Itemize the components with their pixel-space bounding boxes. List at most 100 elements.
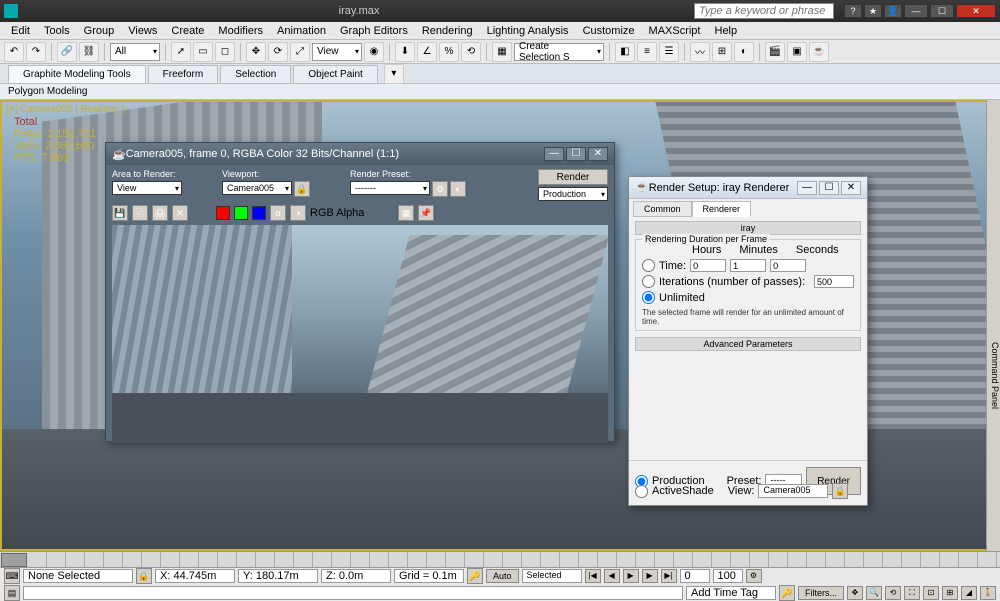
command-panel[interactable]: Command Panel — [986, 100, 1000, 551]
signin-icon[interactable]: 👤 — [884, 4, 902, 18]
rollout-advanced[interactable]: Advanced Parameters — [635, 337, 861, 351]
percent-snap-icon[interactable]: % — [439, 42, 459, 62]
menu-tools[interactable]: Tools — [37, 25, 77, 37]
pin-icon[interactable]: 📌 — [418, 205, 434, 221]
refcoord-dropdown[interactable]: View — [312, 43, 362, 61]
time-minutes-input[interactable] — [730, 259, 766, 272]
keymode-dropdown[interactable]: Selected — [522, 569, 582, 583]
center-icon[interactable]: ◉ — [364, 42, 384, 62]
green-channel-icon[interactable] — [234, 206, 248, 220]
curve-editor-icon[interactable]: 〰 — [690, 42, 710, 62]
redo-icon[interactable]: ↷ — [26, 42, 46, 62]
toggle-ui-icon[interactable]: ▦ — [398, 205, 414, 221]
scale-icon[interactable]: ⤢ — [290, 42, 310, 62]
render-setup-icon[interactable]: 🎬 — [765, 42, 785, 62]
play-icon[interactable]: ▶ — [623, 569, 639, 583]
undo-icon[interactable]: ↶ — [4, 42, 24, 62]
snap-icon[interactable]: ⬇ — [395, 42, 415, 62]
maximize-viewport-icon[interactable]: ⛶ — [904, 586, 920, 600]
unlink-icon[interactable]: ⛓ — [79, 42, 99, 62]
tab-common[interactable]: Common — [633, 201, 692, 217]
walk-icon[interactable]: 🚶 — [980, 586, 996, 600]
tab-objectpaint[interactable]: Object Paint — [293, 65, 377, 83]
menu-modifiers[interactable]: Modifiers — [211, 25, 270, 37]
rs-maximize-button[interactable]: ☐ — [819, 181, 839, 195]
prev-frame-icon[interactable]: ◀ — [604, 569, 620, 583]
rfw-minimize-button[interactable]: — — [544, 147, 564, 161]
render-frame-icon[interactable]: ▣ — [787, 42, 807, 62]
mono-icon[interactable]: ◑ — [290, 205, 306, 221]
listener-icon[interactable]: ▤ — [4, 585, 20, 601]
ribbon-sub[interactable]: Polygon Modeling — [0, 84, 1000, 100]
rfw-maximize-button[interactable]: ☐ — [566, 147, 586, 161]
pan-icon[interactable]: ✥ — [847, 586, 863, 600]
select-icon[interactable]: ➚ — [171, 42, 191, 62]
coord-z[interactable]: Z: 0.0m — [321, 569, 391, 583]
search-input[interactable] — [694, 3, 834, 19]
alpha-channel-icon[interactable]: α — [270, 205, 286, 221]
rollout-iray[interactable]: iray — [635, 221, 861, 235]
menu-create[interactable]: Create — [164, 25, 211, 37]
channel-dropdown[interactable]: RGB Alpha — [310, 207, 380, 219]
radio-time[interactable] — [642, 259, 655, 272]
menu-views[interactable]: Views — [121, 25, 164, 37]
layer-icon[interactable]: ☰ — [659, 42, 679, 62]
footer-lock-icon[interactable]: 🔒 — [832, 483, 848, 499]
viewport-label[interactable]: [+] Camera005 | Realistic ] — [6, 104, 124, 115]
preset-dropdown[interactable]: ------- — [350, 181, 430, 195]
timeline[interactable] — [0, 551, 1000, 567]
close-button[interactable]: ✕ — [956, 4, 996, 18]
blue-channel-icon[interactable] — [252, 206, 266, 220]
render-frame-titlebar[interactable]: ☕ Camera005, frame 0, RGBA Color 32 Bits… — [106, 143, 614, 165]
time-hours-input[interactable] — [690, 259, 726, 272]
fov-icon[interactable]: ◢ — [961, 586, 977, 600]
tab-selection[interactable]: Selection — [220, 65, 291, 83]
tab-freeform[interactable]: Freeform — [148, 65, 219, 83]
clone-icon[interactable]: ⿻ — [132, 205, 148, 221]
prompt-line[interactable] — [23, 586, 683, 600]
menu-lighting[interactable]: Lighting Analysis — [480, 25, 576, 37]
red-channel-icon[interactable] — [216, 206, 230, 220]
clear-icon[interactable]: ✕ — [172, 205, 188, 221]
coord-y[interactable]: Y: 180.17m — [238, 569, 318, 583]
render-setup-shortcut-icon[interactable]: ⚙ — [432, 181, 448, 197]
menu-edit[interactable]: Edit — [4, 25, 37, 37]
iterations-input[interactable] — [814, 275, 854, 288]
tab-renderer[interactable]: Renderer — [692, 201, 752, 217]
rs-minimize-button[interactable]: — — [797, 181, 817, 195]
goto-end-icon[interactable]: ▶| — [661, 569, 677, 583]
rs-close-button[interactable]: ✕ — [841, 181, 861, 195]
set-key-icon[interactable]: 🔑 — [779, 585, 795, 601]
menu-rendering[interactable]: Rendering — [415, 25, 480, 37]
link-icon[interactable]: 🔗 — [57, 42, 77, 62]
auto-key-button[interactable]: Auto — [486, 569, 519, 583]
production-dropdown[interactable]: Production — [538, 187, 608, 201]
star-icon[interactable]: ★ — [864, 4, 882, 18]
timeline-ticks[interactable] — [28, 552, 1000, 567]
goto-start-icon[interactable]: |◀ — [585, 569, 601, 583]
viewport-dropdown[interactable]: Camera005 — [222, 181, 292, 195]
time-seconds-input[interactable] — [770, 259, 806, 272]
time-config-icon[interactable]: ⚙ — [746, 569, 762, 583]
select-region-icon[interactable]: ◻ — [215, 42, 235, 62]
radio-unlimited[interactable] — [642, 291, 655, 304]
filter-dropdown[interactable]: All — [110, 43, 160, 61]
named-sel-icon[interactable]: ▦ — [492, 42, 512, 62]
maxscript-icon[interactable]: ⌨ — [4, 568, 20, 584]
menu-group[interactable]: Group — [77, 25, 122, 37]
zoom-icon[interactable]: 🔍 — [866, 586, 882, 600]
named-sel-dropdown[interactable]: Create Selection S — [514, 43, 604, 61]
menu-customize[interactable]: Customize — [576, 25, 642, 37]
menu-maxscript[interactable]: MAXScript — [642, 25, 708, 37]
radio-iterations[interactable] — [642, 275, 655, 288]
select-name-icon[interactable]: ▭ — [193, 42, 213, 62]
key-mode-icon[interactable]: 🔑 — [467, 568, 483, 584]
minimize-button[interactable]: — — [904, 4, 928, 18]
material-editor-icon[interactable]: ◐ — [734, 42, 754, 62]
lock-icon[interactable]: 🔒 — [294, 181, 310, 197]
save-image-icon[interactable]: 💾 — [112, 205, 128, 221]
maximize-button[interactable]: ☐ — [930, 4, 954, 18]
angle-snap-icon[interactable]: ∠ — [417, 42, 437, 62]
schematic-icon[interactable]: ⊞ — [712, 42, 732, 62]
menu-grapheditors[interactable]: Graph Editors — [333, 25, 415, 37]
